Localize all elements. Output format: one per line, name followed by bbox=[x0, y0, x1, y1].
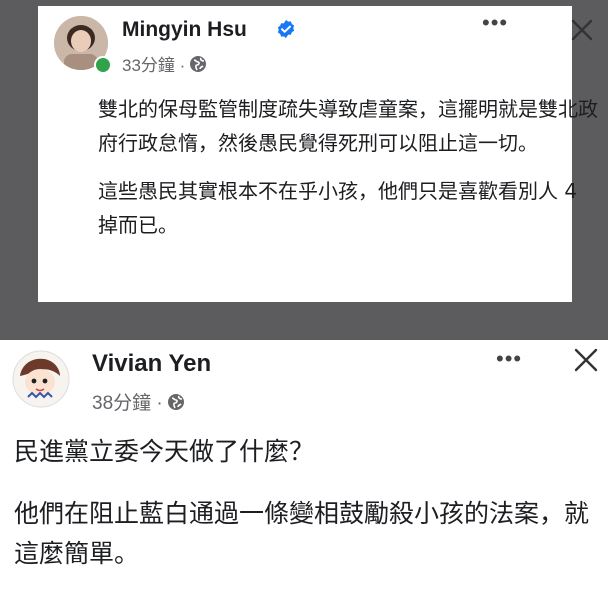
online-status-indicator bbox=[94, 56, 112, 74]
post-time[interactable]: 38分鐘 · bbox=[92, 388, 163, 415]
post-paragraph: 他們在阻止藍白通過一條變相鼓勵殺小孩的法案，就這麼簡單。 bbox=[14, 499, 590, 568]
post-body: 雙北的保母監管制度疏失導致虐童案，這擺明就是雙北政府行政怠惰，然後愚民覺得死刑可… bbox=[98, 92, 598, 256]
post-paragraph: 民進黨立委今天做了什麼？ bbox=[14, 437, 315, 466]
close-icon[interactable] bbox=[568, 16, 596, 44]
author-name[interactable]: Vivian Yen bbox=[92, 350, 211, 378]
globe-icon bbox=[190, 55, 207, 72]
post-paragraph: 雙北的保母監管制度疏失導致虐童案，這擺明就是雙北政府行政怠惰，然後愚民覺得死刑可… bbox=[98, 97, 598, 155]
more-options-button[interactable]: ••• bbox=[496, 348, 522, 370]
more-options-button[interactable]: ••• bbox=[482, 12, 508, 34]
post-body: 民進黨立委今天做了什麼？ 他們在阻止藍白通過一條變相鼓勵殺小孩的法案，就這麼簡單… bbox=[14, 432, 594, 596]
post-time[interactable]: 33分鐘 · bbox=[122, 51, 185, 76]
author-name[interactable]: Mingyin Hsu bbox=[122, 18, 247, 42]
verified-badge-icon bbox=[277, 20, 295, 38]
close-icon[interactable] bbox=[572, 346, 600, 374]
globe-icon bbox=[167, 393, 184, 410]
post-meta: 38分鐘 · bbox=[92, 388, 185, 415]
post-paragraph: 這些愚民其實根本不在乎小孩，他們只是喜歡看別人 4 掉而已。 bbox=[98, 179, 578, 237]
post-meta: 33分鐘 · bbox=[122, 51, 207, 76]
post-card-mingyin: Mingyin Hsu 33分鐘 · ••• 雙北的保母監管制度疏失導致虐童案，… bbox=[38, 6, 598, 302]
avatar[interactable] bbox=[12, 350, 70, 408]
